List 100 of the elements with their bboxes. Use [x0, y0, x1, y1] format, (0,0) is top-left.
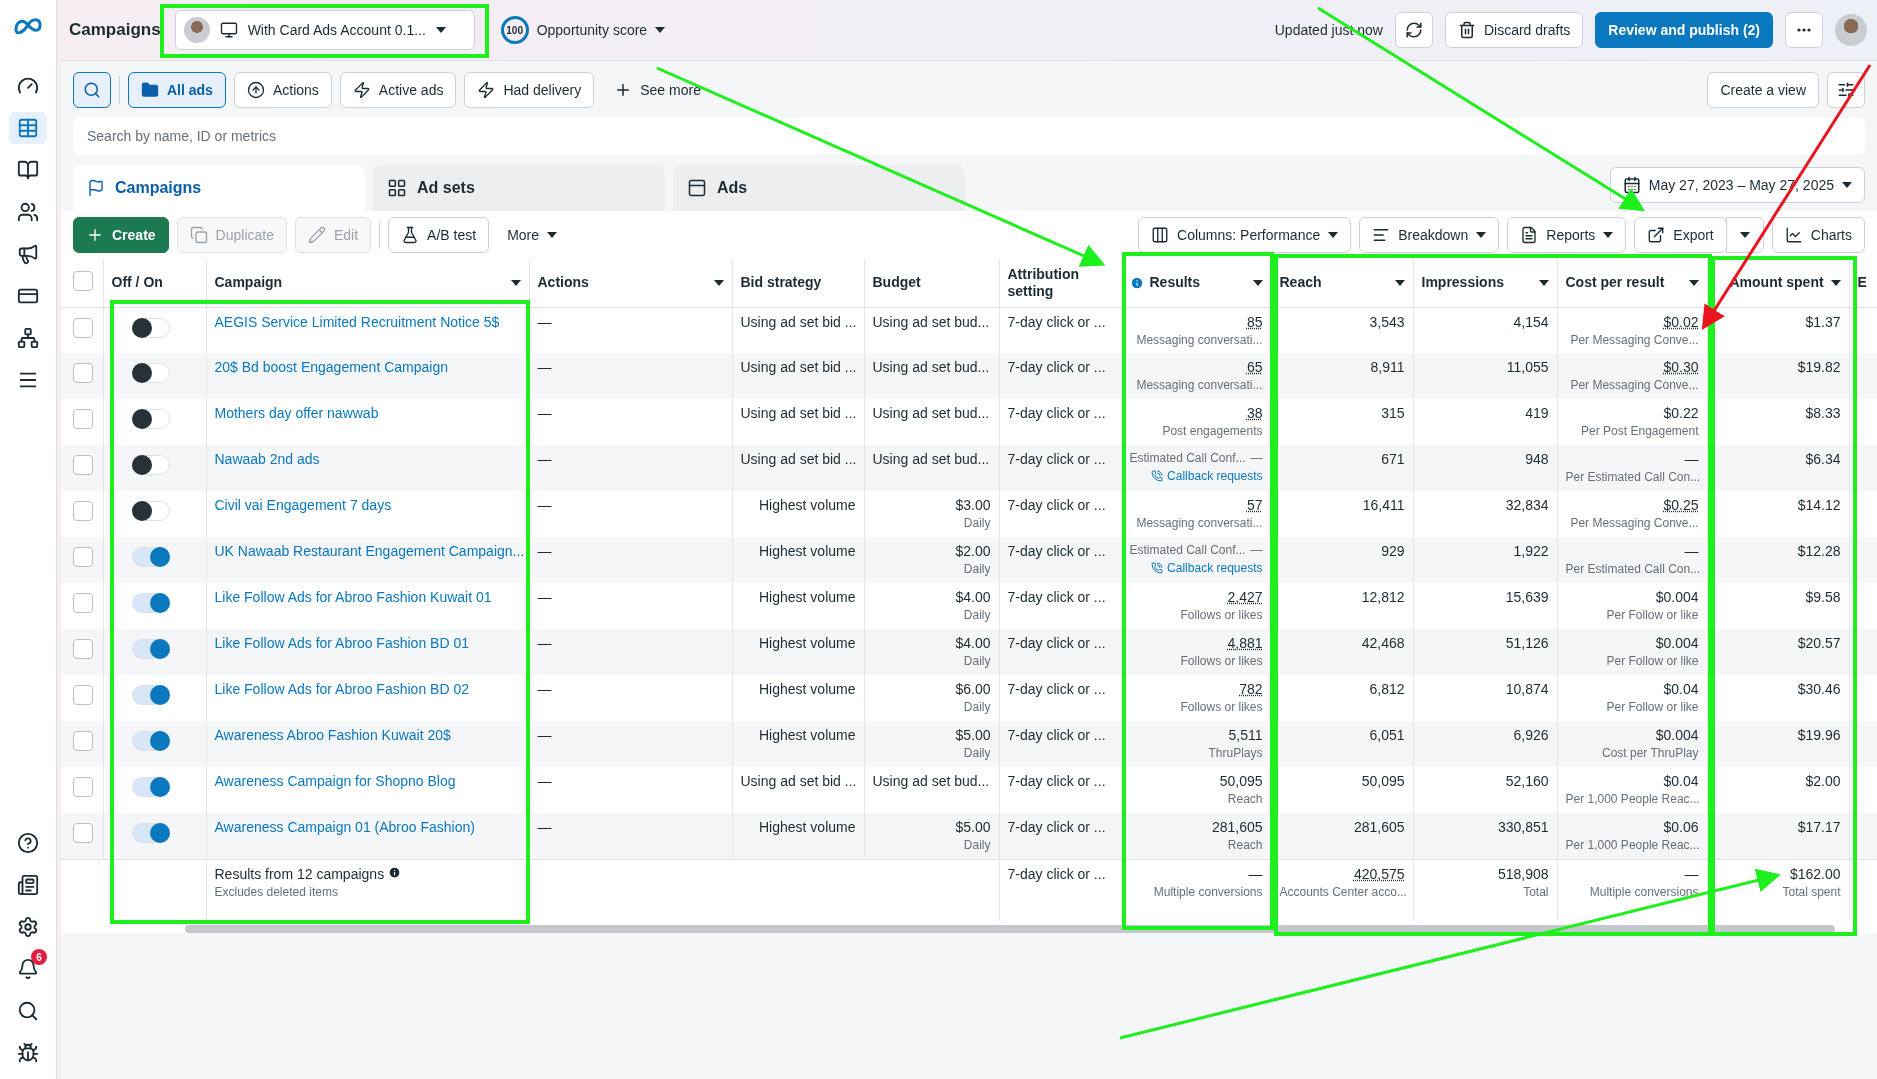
campaign-toggle[interactable] [131, 409, 170, 429]
table-cell: 7-day click or ... [1007, 865, 1106, 882]
table-cell: Using ad set bid ... [740, 405, 857, 421]
column-header[interactable]: Reach [1279, 274, 1389, 292]
campaign-link[interactable]: Like Follow Ads for Abroo Fashion BD 02 [214, 681, 469, 697]
campaign-toggle[interactable] [131, 593, 170, 613]
filter-chip[interactable]: Had delivery [464, 72, 595, 108]
column-header[interactable]: Campaign [214, 274, 505, 292]
campaign-toggle[interactable] [131, 777, 170, 797]
info-icon [388, 865, 402, 879]
toolbar-button[interactable]: A/B test [388, 217, 490, 253]
network-icon[interactable] [17, 327, 39, 349]
news-icon[interactable] [17, 874, 39, 896]
toolbar-button[interactable]: Reports [1507, 217, 1627, 253]
table-icon[interactable] [17, 117, 39, 139]
campaign-toggle[interactable] [131, 317, 170, 338]
cost-value: $0.04 [1663, 681, 1699, 697]
table-cell: — [537, 451, 552, 467]
table-cell: — [537, 681, 552, 697]
callback-link[interactable]: Callback requests [1129, 561, 1263, 575]
see-more-button[interactable]: See more [614, 81, 701, 99]
column-header[interactable]: Budget [872, 274, 991, 292]
search-icon[interactable] [17, 1000, 39, 1022]
nav-button[interactable] [9, 112, 47, 144]
toolbar-button[interactable]: Charts [1771, 217, 1865, 253]
column-header[interactable]: E [1857, 274, 1877, 292]
publish-button[interactable]: Review and publish (2) [1595, 12, 1773, 48]
toolbar-button[interactable]: Columns: Performance [1138, 217, 1352, 253]
caret-icon [547, 232, 558, 238]
table-cell: — [537, 727, 552, 743]
row-checkbox[interactable] [73, 547, 93, 567]
discard-drafts-button[interactable]: Discard drafts [1444, 12, 1584, 48]
column-header[interactable]: Cost per result [1565, 274, 1683, 292]
row-checkbox[interactable] [73, 593, 93, 613]
campaign-toggle[interactable] [131, 685, 170, 705]
campaign-toggle[interactable] [131, 455, 170, 475]
column-header[interactable]: Results [1149, 274, 1247, 292]
row-checkbox[interactable] [73, 731, 93, 751]
campaign-toggle[interactable] [131, 823, 170, 843]
filter-settings-button[interactable] [1827, 72, 1865, 108]
campaign-toggle[interactable] [131, 639, 170, 659]
campaign-link[interactable]: Mothers day offer nawwab [214, 405, 379, 421]
column-header[interactable]: Impressions [1421, 274, 1533, 292]
profile-avatar[interactable] [1835, 14, 1867, 46]
column-header[interactable]: Actions [537, 274, 708, 292]
table-cell: 929 [1381, 543, 1405, 559]
filter-chip[interactable]: Active ads [339, 72, 457, 108]
campaign-link[interactable]: Civil vai Engagement 7 days [214, 497, 392, 513]
filter-chip[interactable]: Actions [233, 72, 332, 108]
column-header[interactable]: Bid strategy [740, 274, 856, 292]
row-checkbox[interactable] [73, 501, 93, 521]
table-cell: 518,908 [1497, 865, 1549, 882]
campaign-link[interactable]: Like Follow Ads for Abroo Fashion Kuwait 01 [214, 589, 492, 605]
level-tab[interactable]: Campaigns [73, 165, 365, 211]
row-checkbox[interactable] [73, 409, 93, 429]
filter-chip[interactable]: All ads [128, 72, 226, 108]
search-button[interactable] [73, 72, 111, 108]
cost-value: $0.004 [1655, 635, 1699, 651]
table-cell: — [537, 497, 552, 513]
level-tab[interactable]: Ads [673, 165, 965, 211]
bug-icon[interactable] [17, 1042, 39, 1064]
settings-icon[interactable] [17, 916, 39, 938]
megaphone-icon[interactable] [17, 243, 39, 265]
table-cell: 52,160 [1505, 773, 1549, 789]
toolbar-button[interactable]: Export [1634, 217, 1727, 253]
create-view-button[interactable]: Create a view [1707, 72, 1819, 108]
opportunity-score-button[interactable]: 100 Opportunity score [500, 16, 666, 44]
column-header[interactable]: Off / On [111, 274, 198, 292]
campaign-link[interactable]: Awareness Campaign for Shopno Blog [214, 773, 456, 789]
refresh-button[interactable] [1394, 12, 1433, 48]
row-checkbox[interactable] [73, 639, 93, 659]
row-checkbox[interactable] [73, 363, 93, 383]
campaign-toggle[interactable] [131, 363, 170, 383]
horizontal-scrollbar[interactable] [185, 925, 1835, 933]
account-selector[interactable]: With Card Ads Account 0.1... [174, 10, 475, 50]
book-icon[interactable] [17, 159, 39, 181]
more-button[interactable]: More [497, 227, 568, 243]
campaign-toggle[interactable] [131, 731, 170, 751]
toolbar-button[interactable]: Create [73, 217, 169, 253]
campaign-toggle[interactable] [131, 501, 170, 521]
people-icon[interactable] [17, 201, 39, 223]
level-tab[interactable]: Ad sets [373, 165, 665, 211]
campaign-toggle[interactable] [131, 547, 170, 567]
campaign-link[interactable]: Nawaab 2nd ads [214, 451, 320, 467]
help-icon[interactable] [17, 832, 39, 854]
row-checkbox[interactable] [73, 777, 93, 797]
row-checkbox[interactable] [73, 455, 93, 475]
column-header[interactable]: Attribution setting [1007, 265, 1113, 300]
caret-icon [655, 27, 666, 33]
callback-link[interactable]: Callback requests [1129, 469, 1263, 483]
search-field[interactable]: Search by name, ID or metrics [73, 117, 1865, 155]
export-menu-button[interactable] [1725, 217, 1764, 253]
select-all-checkbox[interactable] [73, 271, 93, 292]
campaign-link[interactable]: AEGIS Service Limited Recruitment Notice 5$ [214, 313, 500, 330]
row-checkbox[interactable] [73, 317, 93, 338]
toolbar-button[interactable]: Breakdown [1359, 217, 1500, 253]
row-checkbox[interactable] [73, 823, 93, 843]
row-checkbox[interactable] [73, 685, 93, 705]
result-value: 38 [1246, 405, 1263, 421]
infinity-logo[interactable] [13, 16, 43, 34]
